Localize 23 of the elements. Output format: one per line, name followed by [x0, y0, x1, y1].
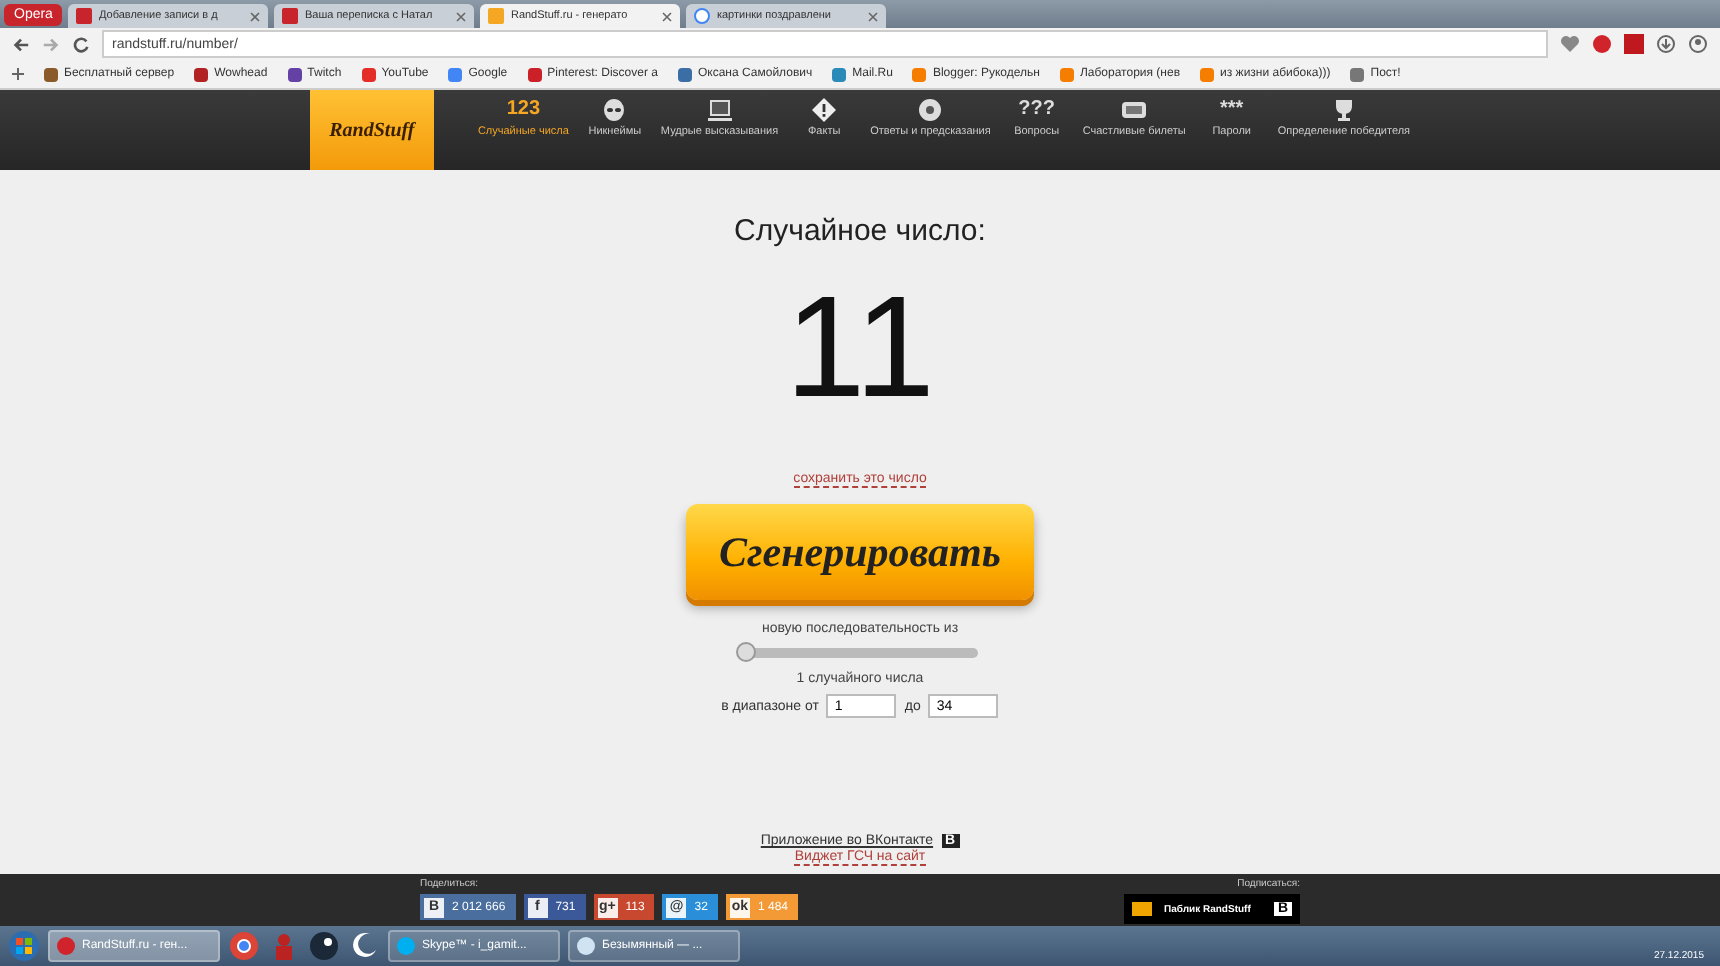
reload-icon[interactable] — [72, 35, 90, 53]
start-button[interactable] — [8, 930, 40, 962]
site-logo[interactable]: RandStuff — [309, 90, 434, 170]
back-icon[interactable] — [12, 35, 30, 53]
monitor-icon — [705, 98, 734, 122]
heart-icon[interactable] — [1560, 34, 1580, 54]
close-icon[interactable] — [250, 11, 261, 21]
slider-thumb[interactable] — [736, 642, 757, 662]
crescent-icon[interactable] — [348, 930, 380, 962]
chrome-icon[interactable] — [228, 930, 260, 962]
close-icon[interactable] — [868, 11, 879, 21]
close-icon[interactable] — [662, 11, 673, 21]
account-icon[interactable] — [1688, 34, 1708, 54]
disc-icon — [916, 98, 945, 122]
download-icon[interactable] — [1656, 34, 1676, 54]
page-heading: Случайное число: — [734, 214, 986, 248]
warning-diamond-icon — [810, 98, 839, 122]
random-number: 11 — [785, 268, 935, 428]
add-bookmark-icon[interactable] — [12, 68, 24, 80]
close-icon[interactable] — [456, 11, 467, 21]
generate-button[interactable]: Сгенерировать — [686, 504, 1034, 600]
ticket-icon — [1120, 98, 1149, 122]
alien-head-icon — [600, 98, 629, 122]
